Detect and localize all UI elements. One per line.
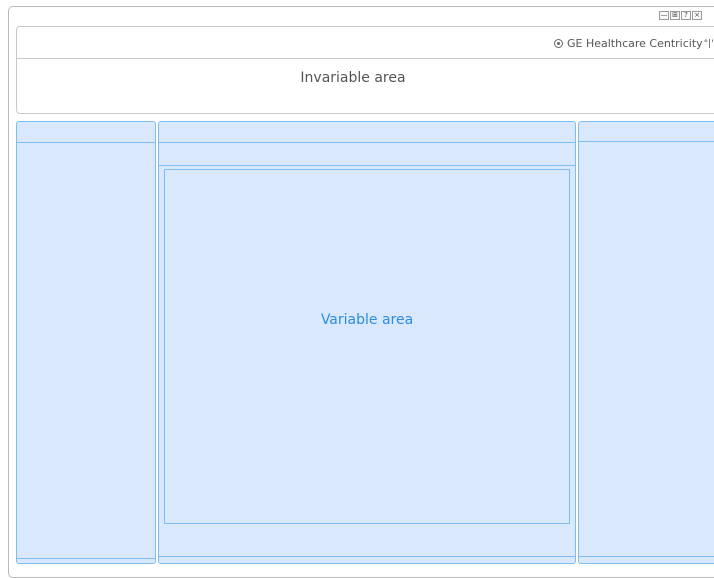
right-panel-footer-divider xyxy=(579,556,714,557)
variable-area-label: Variable area xyxy=(320,312,414,328)
window-controls: — ⊞ ? × xyxy=(659,11,702,20)
center-panel-toolbar-divider xyxy=(159,165,575,166)
right-panel xyxy=(578,121,714,564)
invariable-area: Invariable area xyxy=(16,70,714,86)
right-panel-header-divider xyxy=(579,141,714,142)
maximize-button[interactable]: ⊞ xyxy=(670,11,680,20)
brand: GE Healthcare Centricity °|' xyxy=(554,37,714,50)
left-panel-footer-divider xyxy=(17,558,155,559)
variable-area: Variable area xyxy=(164,169,570,524)
left-panel-header-divider xyxy=(17,142,155,143)
ge-logo-icon xyxy=(554,39,563,48)
invariable-area-label: Invariable area xyxy=(300,70,406,86)
close-button[interactable]: × xyxy=(692,11,702,20)
center-panel-footer-divider xyxy=(159,556,575,557)
center-panel-header-divider xyxy=(159,142,575,143)
help-button[interactable]: ? xyxy=(681,11,691,20)
brand-text: GE Healthcare Centricity xyxy=(567,37,703,50)
brand-suffix: °|' xyxy=(703,38,714,49)
minimize-button[interactable]: — xyxy=(659,11,669,20)
left-panel xyxy=(16,121,156,564)
header-divider xyxy=(16,58,714,59)
